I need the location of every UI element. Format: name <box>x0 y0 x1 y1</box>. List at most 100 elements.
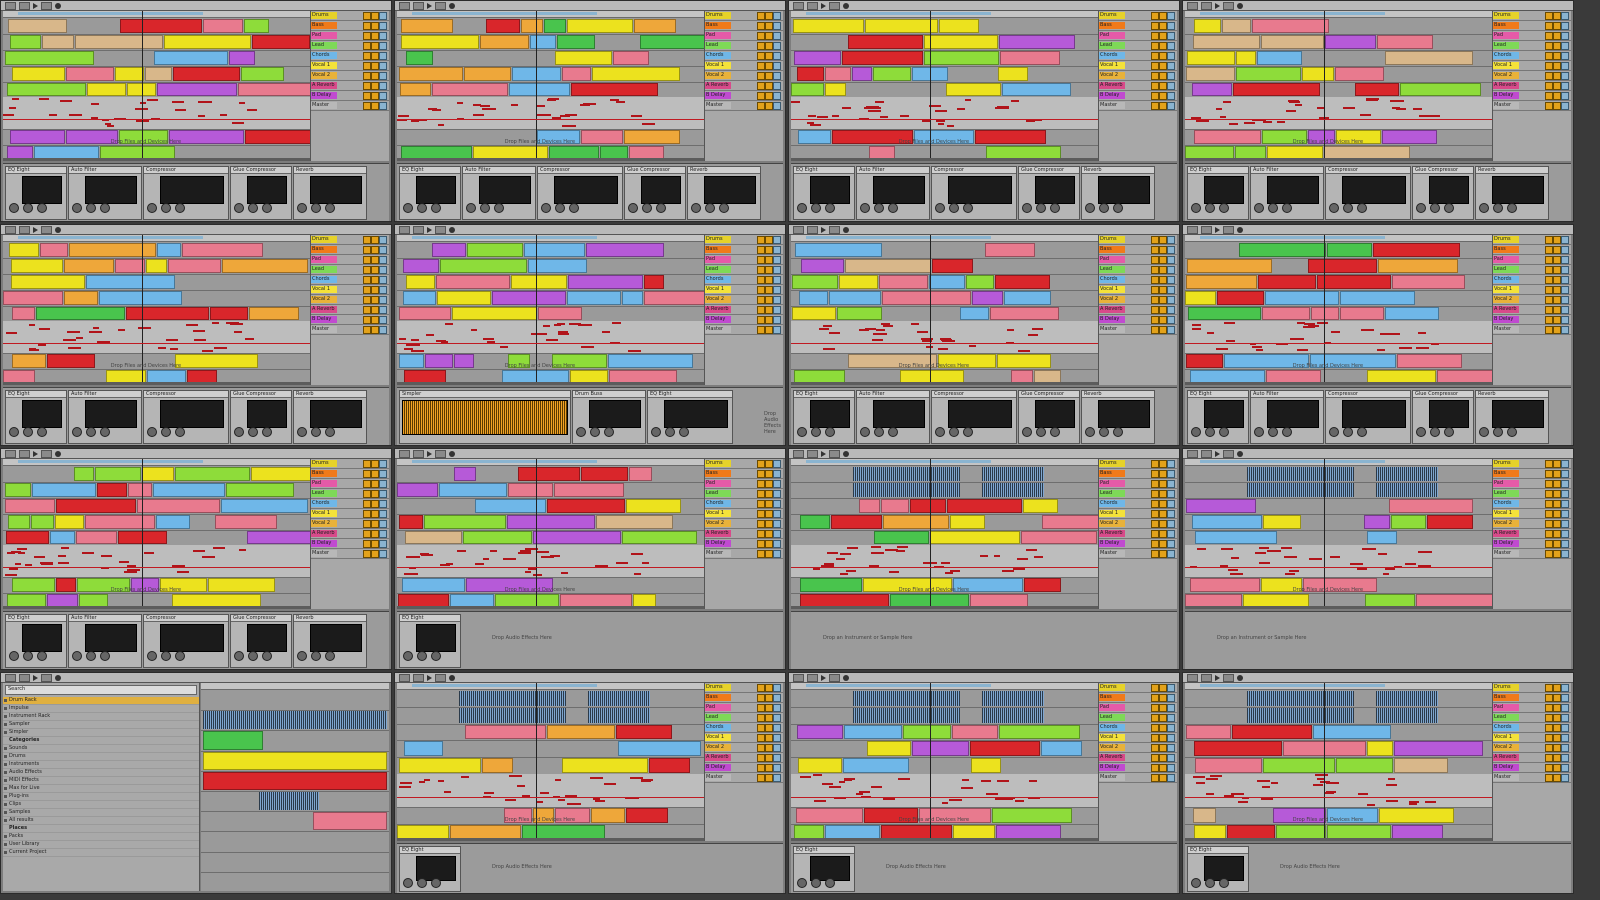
arrangement-clip[interactable] <box>1394 741 1484 757</box>
arrangement-clip[interactable] <box>406 50 434 65</box>
mixer-track[interactable]: Lead <box>1493 41 1571 51</box>
track-activator-button[interactable] <box>757 82 765 90</box>
play-icon[interactable] <box>427 2 432 9</box>
midi-note[interactable] <box>1256 348 1264 351</box>
track-name[interactable]: Master <box>705 550 731 557</box>
midi-note[interactable] <box>564 113 577 116</box>
track-activator-button[interactable] <box>363 92 371 100</box>
arm-button[interactable] <box>379 236 387 244</box>
track-lane[interactable] <box>397 242 705 259</box>
record-icon[interactable] <box>843 674 849 681</box>
track-activator-button[interactable] <box>1151 714 1159 722</box>
parameter-knob[interactable] <box>1036 202 1046 213</box>
arm-button[interactable] <box>773 82 781 90</box>
arrangement-clip[interactable] <box>929 530 1020 545</box>
arm-button[interactable] <box>1167 42 1175 50</box>
mixer-track[interactable]: A Reverb <box>1099 305 1177 315</box>
track-activator-button[interactable] <box>1545 694 1553 702</box>
arm-button[interactable] <box>1167 714 1175 722</box>
arrangement-clip[interactable] <box>175 354 258 369</box>
loop-brace[interactable] <box>806 684 992 687</box>
midi-note[interactable] <box>176 571 190 574</box>
midi-note[interactable] <box>1399 346 1413 349</box>
device[interactable]: EQ Eight <box>5 390 67 444</box>
arm-button[interactable] <box>1561 306 1569 314</box>
track-activator-button[interactable] <box>1151 510 1159 518</box>
track-name[interactable]: Drums <box>1099 684 1125 691</box>
midi-note[interactable] <box>403 347 414 350</box>
mixer-track[interactable]: Vocal 1 <box>1099 285 1177 295</box>
track-activator-button[interactable] <box>1545 22 1553 30</box>
arm-button[interactable] <box>773 72 781 80</box>
parameter-knob[interactable] <box>1050 202 1060 213</box>
arrangement-clip[interactable] <box>207 578 275 593</box>
midi-note[interactable] <box>997 780 1010 783</box>
midi-note[interactable] <box>59 99 73 102</box>
mixer-track[interactable]: B Delay <box>1493 763 1571 773</box>
arm-button[interactable] <box>1561 734 1569 742</box>
arrangement-clip[interactable] <box>463 530 533 545</box>
track-name[interactable]: Pad <box>1099 704 1125 711</box>
arm-button[interactable] <box>1561 480 1569 488</box>
arrangement-clip[interactable] <box>1258 274 1317 289</box>
track-name[interactable]: Lead <box>311 490 337 497</box>
parameter-knob[interactable] <box>1430 426 1440 437</box>
mixer-track[interactable]: Vocal 2 <box>1099 71 1177 81</box>
midi-note[interactable] <box>410 119 420 122</box>
solo-button[interactable] <box>1159 684 1167 692</box>
tap-tempo-button[interactable] <box>399 1 410 10</box>
device-display[interactable] <box>247 400 287 429</box>
track-name[interactable]: Master <box>1493 326 1519 333</box>
arrangement-clip[interactable] <box>75 34 163 49</box>
parameter-knob[interactable] <box>9 650 19 661</box>
arm-button[interactable] <box>773 246 781 254</box>
arrangement-clip[interactable] <box>581 130 624 145</box>
track-name[interactable]: Master <box>311 102 337 109</box>
midi-note[interactable] <box>883 798 896 801</box>
solo-button[interactable] <box>1553 490 1561 498</box>
device[interactable]: Reverb <box>293 166 367 220</box>
track-activator-button[interactable] <box>1151 266 1159 274</box>
stop-button[interactable] <box>435 1 446 10</box>
track-name[interactable]: Pad <box>1493 256 1519 263</box>
track-activator-button[interactable] <box>1545 714 1553 722</box>
track-lane[interactable] <box>3 242 311 259</box>
solo-button[interactable] <box>371 82 379 90</box>
parameter-knob[interactable] <box>86 202 96 213</box>
midi-note[interactable] <box>882 324 893 327</box>
solo-button[interactable] <box>1553 684 1561 692</box>
solo-button[interactable] <box>1553 326 1561 334</box>
mixer-track[interactable]: B Delay <box>1493 539 1571 549</box>
track-lane[interactable] <box>3 530 311 547</box>
parameter-knob[interactable] <box>1357 202 1367 213</box>
solo-button[interactable] <box>1553 82 1561 90</box>
midi-note[interactable] <box>858 791 871 794</box>
arm-button[interactable] <box>379 480 387 488</box>
solo-button[interactable] <box>1553 540 1561 548</box>
arrangement-clip[interactable] <box>1235 50 1256 65</box>
arrangement-clip[interactable] <box>85 514 155 529</box>
midi-note[interactable] <box>438 124 445 127</box>
arm-button[interactable] <box>379 72 387 80</box>
arrangement-clip[interactable] <box>214 514 278 529</box>
midi-note[interactable] <box>193 549 206 552</box>
midi-note[interactable] <box>595 800 605 803</box>
loop-brace[interactable] <box>1200 460 1386 463</box>
arrangement-view[interactable]: Drop Files and Devices Here <box>791 459 1099 609</box>
track-activator-button[interactable] <box>757 734 765 742</box>
mixer-track[interactable]: Chords <box>1099 51 1177 61</box>
track-name[interactable]: Lead <box>1099 42 1125 49</box>
arrangement-clip[interactable] <box>592 66 680 81</box>
arm-button[interactable] <box>1167 724 1175 732</box>
loop-brace[interactable] <box>412 236 598 239</box>
track-name[interactable]: Pad <box>705 256 731 263</box>
midi-note[interactable] <box>979 554 988 557</box>
device[interactable]: EQ Eight <box>399 846 461 892</box>
arm-button[interactable] <box>1167 704 1175 712</box>
track-name[interactable]: Pad <box>1493 480 1519 487</box>
arrangement-clip[interactable] <box>824 66 852 81</box>
arm-button[interactable] <box>379 92 387 100</box>
midi-note[interactable] <box>213 547 225 550</box>
mixer-track[interactable]: Pad <box>1493 255 1571 265</box>
solo-button[interactable] <box>371 510 379 518</box>
